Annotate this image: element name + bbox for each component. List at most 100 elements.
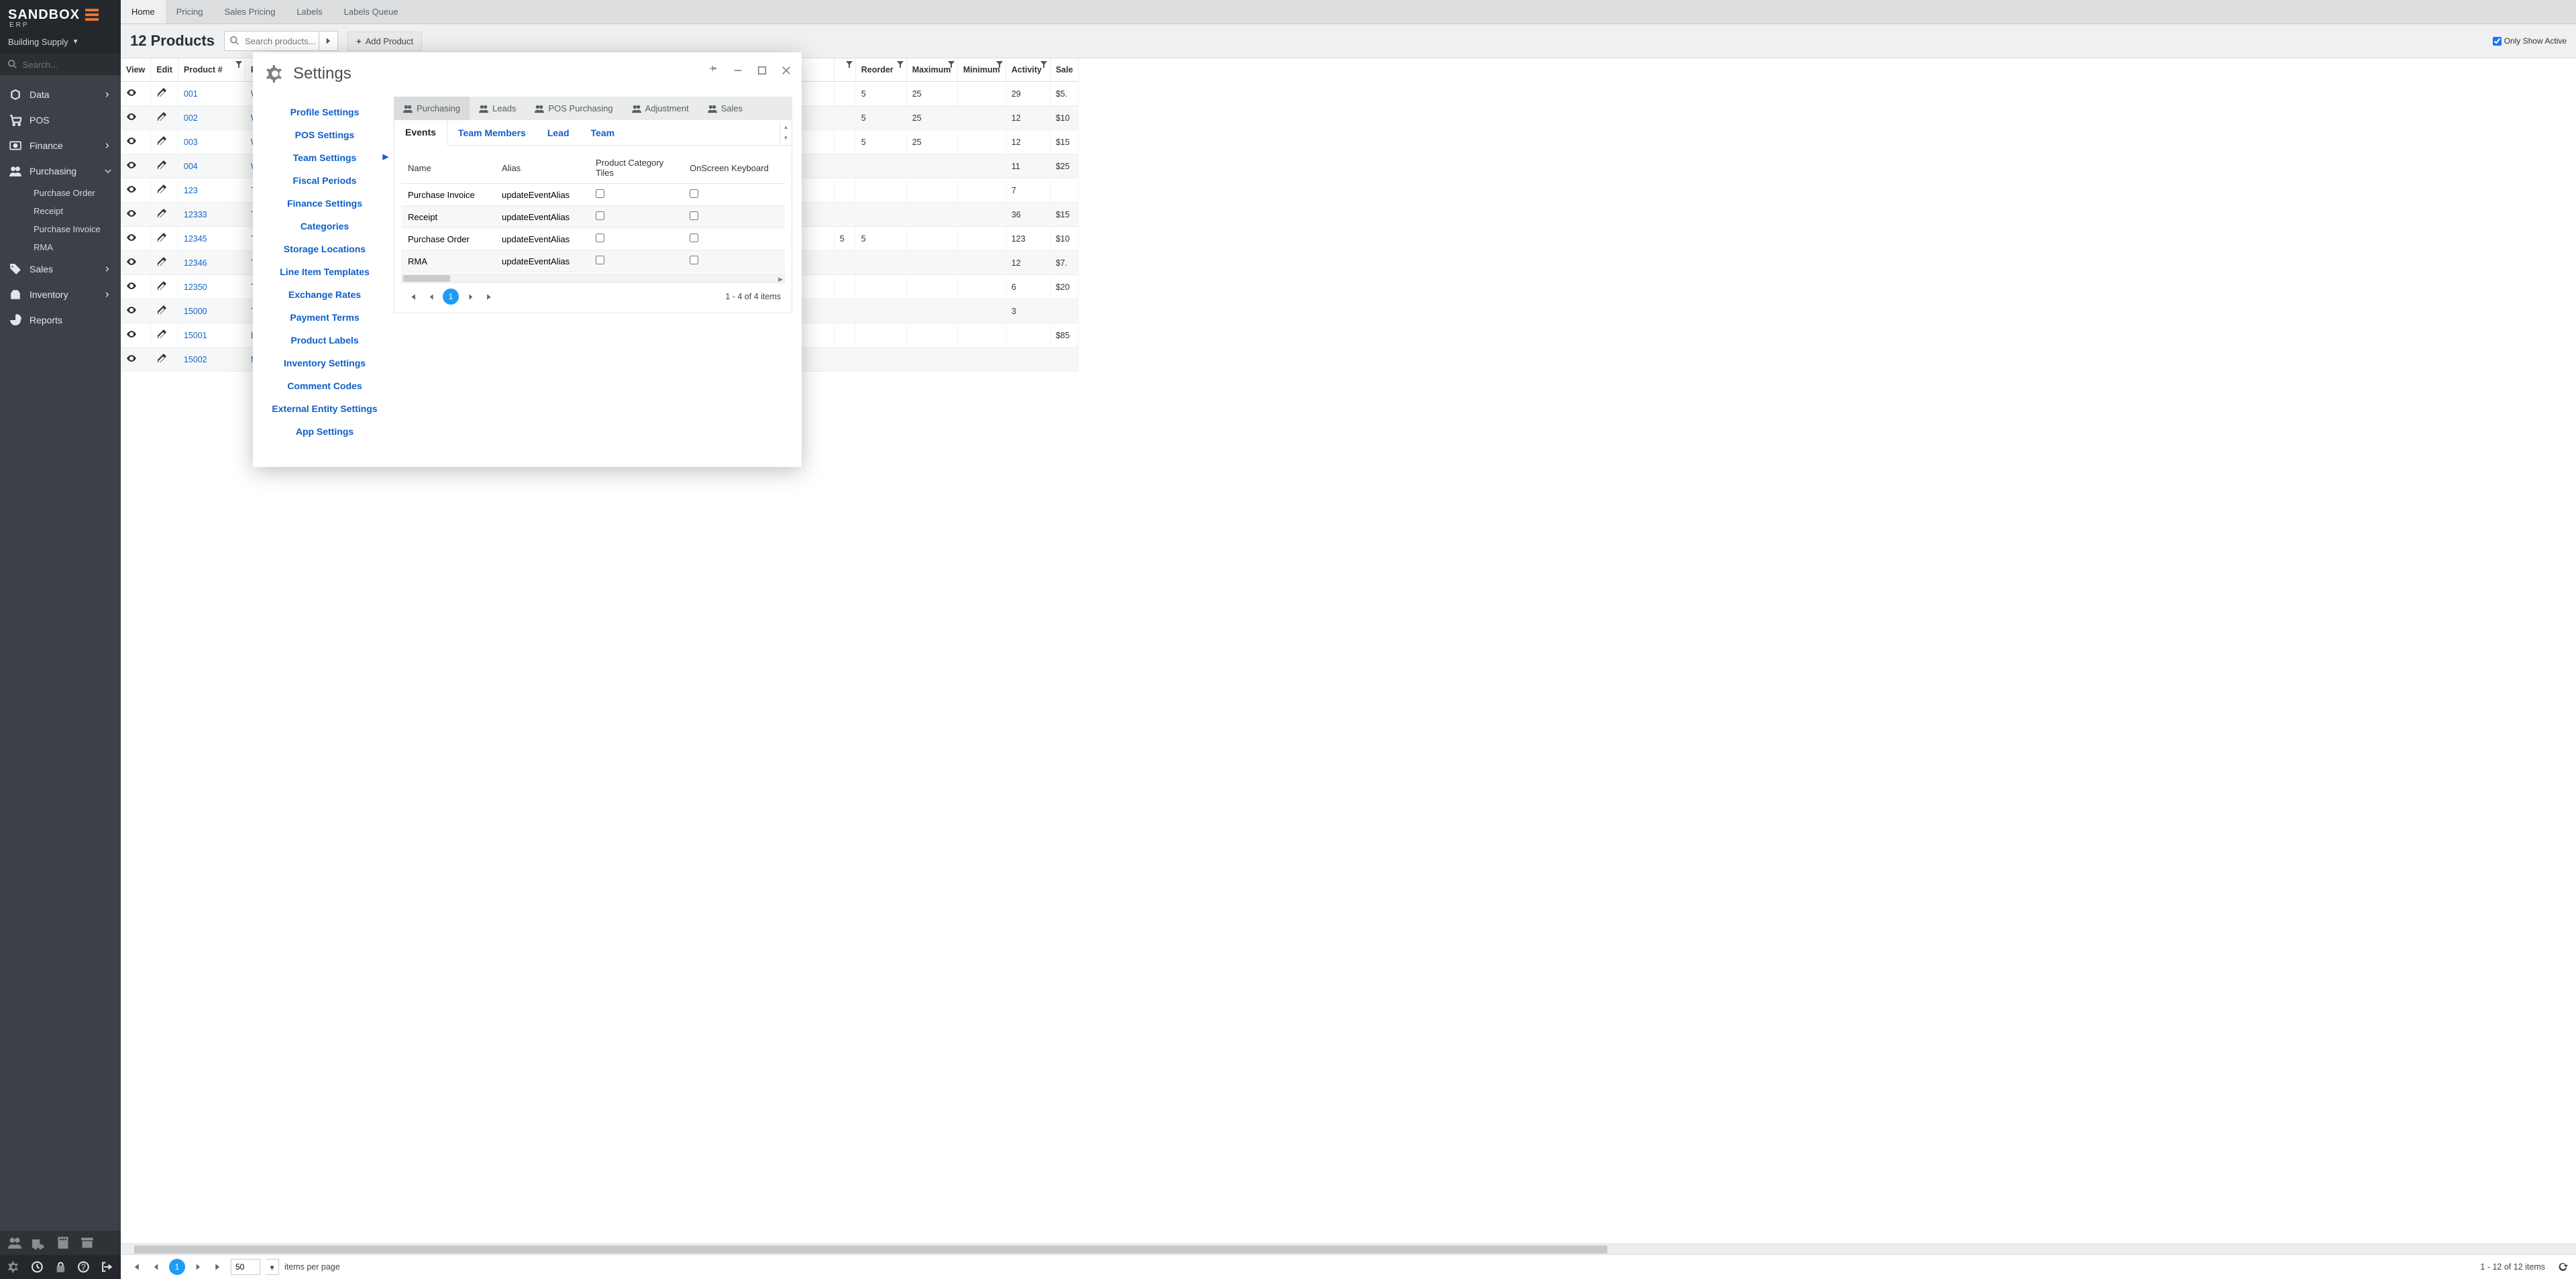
col-product-no[interactable]: Product #: [178, 58, 245, 82]
filter-icon[interactable]: [846, 61, 853, 68]
settings-nav-item[interactable]: Team Settings: [262, 146, 387, 169]
view-icon[interactable]: [126, 329, 137, 340]
only-show-active[interactable]: Only Show Active: [2493, 36, 2567, 46]
edit-icon[interactable]: [156, 87, 167, 98]
company-selector[interactable]: Building Supply ▼: [0, 33, 121, 54]
product-number-link[interactable]: 12333: [184, 210, 207, 219]
pager-first[interactable]: [129, 1260, 144, 1274]
product-number-link[interactable]: 12345: [184, 234, 207, 244]
view-icon[interactable]: [126, 111, 137, 122]
sidebar-search[interactable]: [0, 54, 121, 75]
view-icon[interactable]: [126, 208, 137, 219]
refresh-icon[interactable]: [2557, 1262, 2568, 1272]
ev-col-pct[interactable]: Product Category Tiles: [589, 152, 683, 184]
ev-alias[interactable]: updateEventAlias: [495, 228, 589, 250]
settings-nav-item[interactable]: Comment Codes: [262, 374, 387, 397]
users-icon[interactable]: [8, 1236, 21, 1249]
edit-icon[interactable]: [156, 111, 167, 122]
modal-maximize[interactable]: [753, 62, 771, 79]
view-icon[interactable]: [126, 353, 137, 364]
settings-nav-item[interactable]: Payment Terms: [262, 306, 387, 329]
ev-col-name[interactable]: Name: [401, 152, 495, 184]
edit-icon[interactable]: [156, 208, 167, 219]
view-icon[interactable]: [126, 232, 137, 243]
view-icon[interactable]: [126, 256, 137, 267]
tab-sales-pricing[interactable]: Sales Pricing: [213, 0, 286, 23]
ev-osk-checkbox[interactable]: [690, 256, 698, 264]
pager-last[interactable]: [211, 1260, 225, 1274]
filter-icon[interactable]: [897, 61, 904, 68]
ev-pager-prev[interactable]: [424, 289, 439, 304]
filter-icon[interactable]: [948, 61, 955, 68]
help-icon[interactable]: [78, 1260, 89, 1274]
modal-close[interactable]: [777, 62, 795, 79]
events-horizontal-scrollbar[interactable]: ▶: [401, 274, 785, 283]
col-view[interactable]: View: [121, 58, 151, 82]
filter-icon[interactable]: [235, 61, 242, 68]
product-number-link[interactable]: 002: [184, 113, 198, 123]
view-icon[interactable]: [126, 160, 137, 170]
nav-inventory[interactable]: Inventory: [0, 282, 121, 307]
tab-labels[interactable]: Labels: [286, 0, 333, 23]
ev-pct-checkbox[interactable]: [596, 256, 604, 264]
nav-finance[interactable]: Finance: [0, 133, 121, 158]
sub-tab-scroll[interactable]: ▲▼: [780, 122, 792, 144]
view-icon[interactable]: [126, 136, 137, 146]
product-number-link[interactable]: 15001: [184, 331, 207, 340]
col-edit[interactable]: Edit: [151, 58, 178, 82]
view-icon[interactable]: [126, 184, 137, 195]
ev-osk-checkbox[interactable]: [690, 189, 698, 198]
ev-osk-checkbox[interactable]: [690, 234, 698, 242]
settings-nav-item[interactable]: Product Labels: [262, 329, 387, 352]
product-number-link[interactable]: 15000: [184, 307, 207, 316]
edit-icon[interactable]: [156, 232, 167, 243]
product-number-link[interactable]: 12350: [184, 283, 207, 292]
settings-nav-item[interactable]: App Settings: [262, 420, 387, 443]
settings-nav-item[interactable]: Inventory Settings: [262, 352, 387, 374]
settings-nav-item[interactable]: POS Settings: [262, 123, 387, 146]
pager-size-dropdown[interactable]: ▾: [266, 1259, 279, 1275]
modal-pin[interactable]: [705, 62, 722, 79]
tab-pricing[interactable]: Pricing: [166, 0, 214, 23]
ev-pct-checkbox[interactable]: [596, 189, 604, 198]
product-number-link[interactable]: 003: [184, 138, 198, 147]
settings-nav-item[interactable]: Exchange Rates: [262, 283, 387, 306]
settings-nav-item[interactable]: Profile Settings: [262, 101, 387, 123]
edit-icon[interactable]: [156, 160, 167, 170]
edit-icon[interactable]: [156, 353, 167, 364]
ev-alias[interactable]: updateEventAlias: [495, 206, 589, 228]
col-maximum[interactable]: Maximum: [906, 58, 957, 82]
truck-icon[interactable]: [32, 1236, 46, 1249]
nav-purchase-order[interactable]: Purchase Order: [0, 184, 121, 202]
edit-icon[interactable]: [156, 329, 167, 340]
pager-page[interactable]: 1: [169, 1259, 185, 1275]
col-reorder[interactable]: Reorder: [855, 58, 906, 82]
pager-prev[interactable]: [149, 1260, 164, 1274]
ev-pct-checkbox[interactable]: [596, 211, 604, 220]
logout-icon[interactable]: [101, 1260, 113, 1274]
tab-labels-queue[interactable]: Labels Queue: [333, 0, 409, 23]
view-icon[interactable]: [126, 305, 137, 315]
search-go-button[interactable]: [319, 32, 337, 50]
grid-horizontal-scrollbar[interactable]: [121, 1243, 2576, 1254]
product-number-link[interactable]: 123: [184, 186, 198, 195]
modal-minimize[interactable]: [729, 62, 747, 79]
building-icon[interactable]: [56, 1236, 70, 1249]
tab-home[interactable]: Home: [121, 0, 166, 23]
pager-next[interactable]: [191, 1260, 205, 1274]
view-icon[interactable]: [126, 87, 137, 98]
module-tab-sales[interactable]: Sales: [698, 97, 753, 120]
ev-pager-page[interactable]: 1: [443, 289, 459, 305]
edit-icon[interactable]: [156, 136, 167, 146]
module-tab-adjustment[interactable]: Adjustment: [623, 97, 698, 120]
nav-rma[interactable]: RMA: [0, 238, 121, 256]
filter-icon[interactable]: [996, 61, 1003, 68]
edit-icon[interactable]: [156, 305, 167, 315]
sidebar-search-input[interactable]: [23, 60, 113, 70]
sub-tab-lead[interactable]: Lead: [537, 121, 580, 145]
col-minimum[interactable]: Minimum: [957, 58, 1006, 82]
settings-nav-item[interactable]: Storage Locations: [262, 238, 387, 260]
product-number-link[interactable]: 15002: [184, 355, 207, 364]
nav-pos[interactable]: POS: [0, 107, 121, 133]
view-icon[interactable]: [126, 280, 137, 291]
